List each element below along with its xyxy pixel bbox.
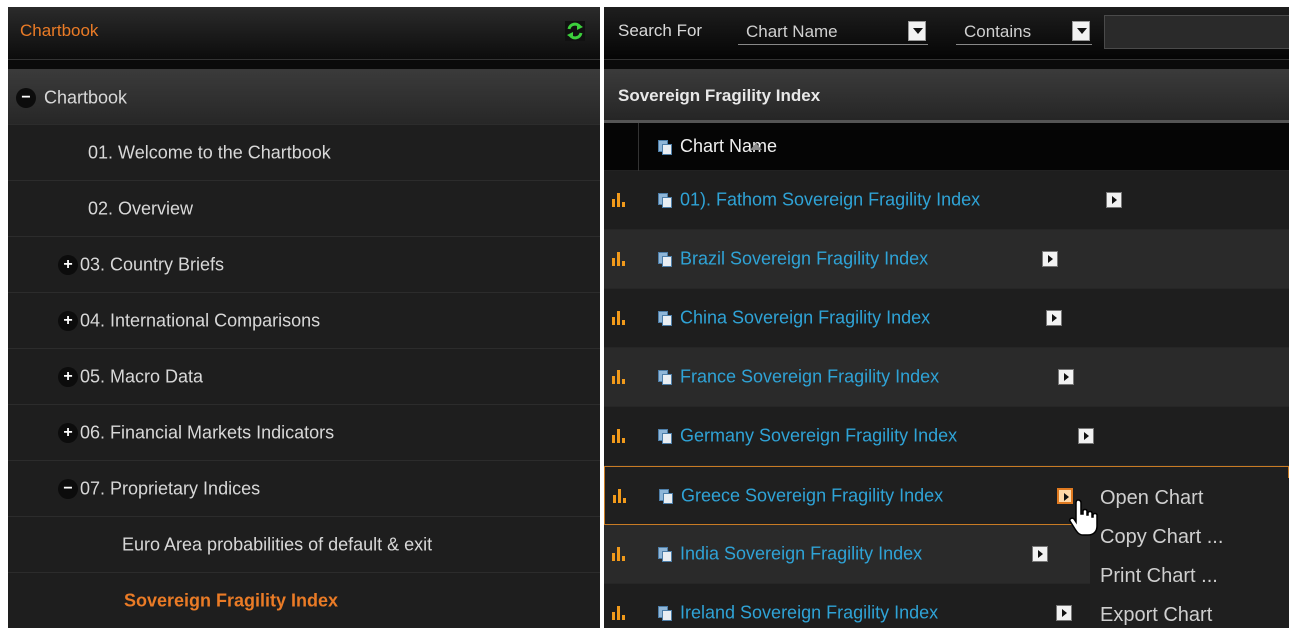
chart-doc-icon	[658, 193, 672, 208]
chart-context-menu: Open Chart Copy Chart ... Print Chart ..…	[1090, 478, 1289, 628]
chart-doc-icon	[658, 606, 672, 621]
tree-item-country-briefs[interactable]: + 03. Country Briefs	[8, 237, 600, 293]
chevron-down-icon[interactable]	[1072, 21, 1090, 41]
bar-chart-icon	[612, 370, 626, 384]
tree-item-label: Sovereign Fragility Index	[124, 590, 339, 610]
chart-name-link[interactable]: Greece Sovereign Fragility Index	[681, 485, 943, 506]
bar-chart-icon	[612, 252, 626, 266]
chart-name-link[interactable]: China Sovereign Fragility Index	[680, 308, 930, 329]
search-operator-dropdown[interactable]: Contains	[956, 19, 1092, 45]
chart-doc-icon	[658, 252, 672, 267]
folder-title: Sovereign Fragility Index	[618, 86, 821, 105]
tree-item-label: 06. Financial Markets Indicators	[80, 422, 335, 442]
tree-item-label: 01. Welcome to the Chartbook	[88, 142, 331, 162]
chart-doc-icon	[658, 370, 672, 385]
expand-icon[interactable]: +	[58, 254, 78, 275]
chart-doc-icon	[659, 489, 673, 504]
expand-icon[interactable]: +	[58, 422, 78, 443]
expand-icon[interactable]: +	[58, 310, 78, 331]
tree-item-label: 03. Country Briefs	[80, 254, 225, 274]
chart-name-link[interactable]: 01). Fathom Sovereign Fragility Index	[680, 190, 980, 211]
chart-doc-icon	[658, 429, 672, 444]
tree-item-proprietary-indices[interactable]: − 07. Proprietary Indices	[8, 461, 600, 517]
tree-item-label: 02. Overview	[88, 198, 194, 218]
column-divider	[638, 123, 639, 171]
search-field-value: Chart Name	[746, 22, 838, 41]
column-header-chart-name[interactable]: Chart Name	[680, 136, 777, 157]
folder-title-bar: Sovereign Fragility Index	[604, 71, 1289, 123]
table-row[interactable]: France Sovereign Fragility Index	[604, 348, 1289, 407]
tree-item-overview[interactable]: 02. Overview	[8, 181, 600, 237]
table-row[interactable]: China Sovereign Fragility Index	[604, 289, 1289, 348]
chart-name-link[interactable]: Germany Sovereign Fragility Index	[680, 426, 957, 447]
chart-name-link[interactable]: Brazil Sovereign Fragility Index	[680, 249, 928, 270]
chart-menu-arrow-icon[interactable]	[1078, 428, 1094, 444]
bar-chart-icon	[612, 547, 626, 561]
panel-separator	[8, 59, 600, 71]
menu-item-copy-chart[interactable]: Copy Chart ...	[1100, 526, 1223, 549]
chart-doc-icon	[658, 140, 672, 155]
menu-item-open-chart[interactable]: Open Chart	[1100, 487, 1203, 510]
bar-chart-icon	[612, 193, 626, 207]
sort-ascending-icon[interactable]	[750, 143, 762, 150]
chart-doc-icon	[658, 547, 672, 562]
tree-item-sovereign-fragility-index[interactable]: Sovereign Fragility Index	[8, 573, 600, 628]
collapse-icon[interactable]: −	[16, 87, 36, 108]
tree-item-financial-markets[interactable]: + 06. Financial Markets Indicators	[8, 405, 600, 461]
chart-menu-arrow-icon[interactable]	[1056, 605, 1072, 621]
panel-title: Chartbook	[20, 21, 99, 40]
chart-doc-icon	[658, 311, 672, 326]
search-input[interactable]	[1104, 15, 1289, 49]
search-for-label: Search For	[618, 21, 703, 40]
chart-name-link[interactable]: Ireland Sovereign Fragility Index	[680, 603, 938, 624]
chart-menu-arrow-icon[interactable]	[1042, 251, 1058, 267]
collapse-icon[interactable]: −	[58, 478, 78, 499]
table-header: Chart Name	[604, 123, 1289, 171]
search-operator-value: Contains	[964, 22, 1032, 41]
chevron-down-icon[interactable]	[908, 21, 926, 41]
tree-item-label: 07. Proprietary Indices	[80, 478, 261, 498]
tree-item-label: 04. International Comparisons	[80, 310, 321, 330]
chart-menu-arrow-icon[interactable]	[1106, 192, 1122, 208]
chart-menu-arrow-icon[interactable]	[1032, 546, 1048, 562]
tree-item-euro-area-probabilities[interactable]: Euro Area probabilities of default & exi…	[8, 517, 600, 573]
bar-chart-icon	[613, 488, 627, 503]
search-field-dropdown[interactable]: Chart Name	[738, 19, 928, 45]
panel-separator	[604, 59, 1289, 71]
bar-chart-icon	[612, 429, 626, 443]
table-row[interactable]: 01). Fathom Sovereign Fragility Index	[604, 171, 1289, 230]
bar-chart-icon	[612, 311, 626, 325]
expand-icon[interactable]: +	[58, 366, 78, 387]
tree-item-welcome[interactable]: 01. Welcome to the Chartbook	[8, 125, 600, 181]
search-bar: Search For Chart Name Contains	[604, 7, 1289, 59]
table-row[interactable]: Germany Sovereign Fragility Index	[604, 407, 1289, 466]
refresh-icon[interactable]	[564, 20, 586, 42]
tree-item-international-comparisons[interactable]: + 04. International Comparisons	[8, 293, 600, 349]
menu-item-export-chart[interactable]: Export Chart	[1100, 604, 1212, 627]
chartbook-panel: Chartbook − Chartbook 01. Welcome to the…	[8, 7, 600, 628]
hand-cursor-icon	[1069, 499, 1098, 536]
chartbook-panel-header: Chartbook	[8, 7, 600, 59]
tree-item-macro-data[interactable]: + 05. Macro Data	[8, 349, 600, 405]
tree-item-label: Chartbook	[44, 87, 128, 107]
chart-name-link[interactable]: India Sovereign Fragility Index	[680, 544, 922, 565]
table-row[interactable]: Brazil Sovereign Fragility Index	[604, 230, 1289, 289]
tree-item-label: Euro Area probabilities of default & exi…	[122, 534, 433, 554]
chart-menu-arrow-icon[interactable]	[1058, 369, 1074, 385]
bar-chart-icon	[612, 606, 626, 620]
menu-item-print-chart[interactable]: Print Chart ...	[1100, 565, 1218, 588]
tree-item-label: 05. Macro Data	[80, 366, 204, 386]
chartbook-tree: − Chartbook 01. Welcome to the Chartbook…	[8, 71, 600, 628]
chart-name-link[interactable]: France Sovereign Fragility Index	[680, 367, 939, 388]
chart-menu-arrow-icon[interactable]	[1046, 310, 1062, 326]
tree-item-chartbook[interactable]: − Chartbook	[8, 71, 600, 125]
